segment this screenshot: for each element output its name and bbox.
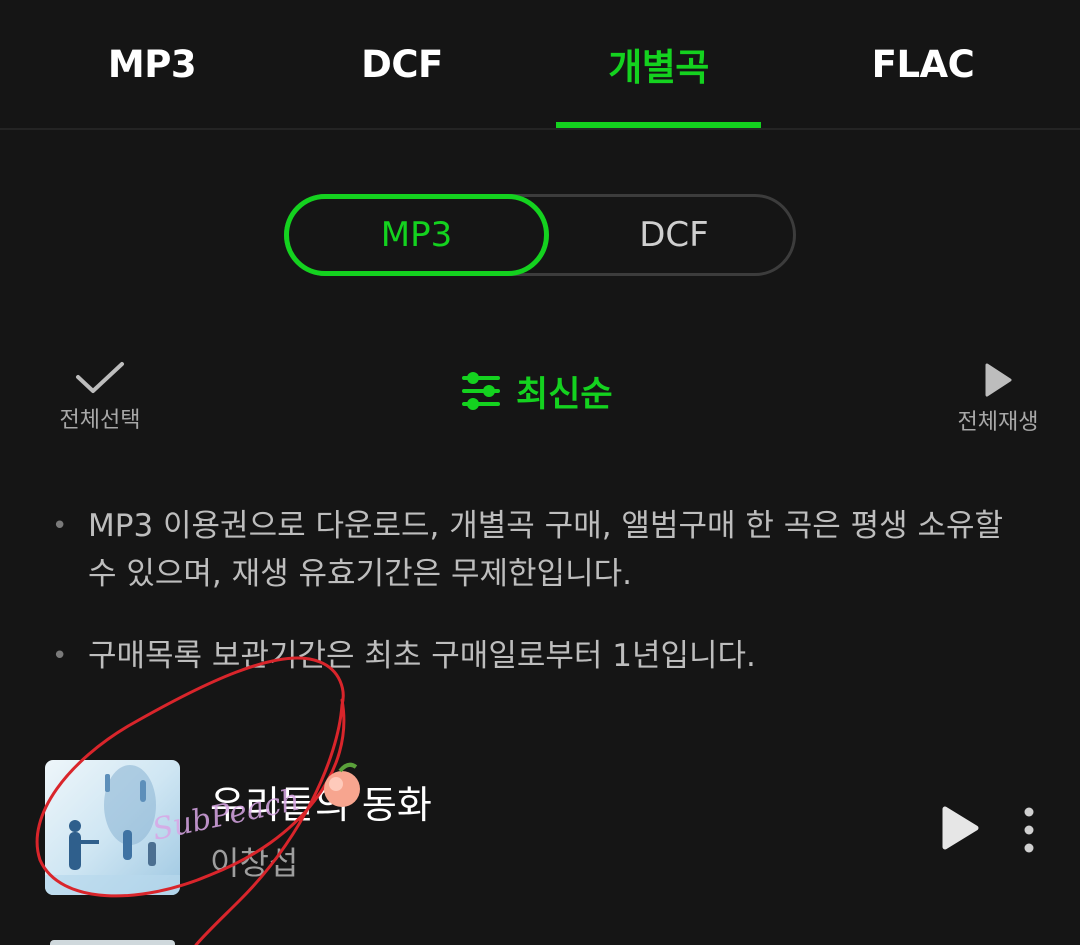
track-title[interactable]: 우리들의 동화 bbox=[210, 774, 432, 829]
segment-dcf[interactable]: DCF bbox=[549, 194, 799, 276]
sort-label: 최신순 bbox=[516, 374, 613, 415]
more-vertical-icon bbox=[1024, 807, 1034, 853]
track-play-button[interactable] bbox=[938, 804, 982, 852]
next-album-art-partial bbox=[50, 940, 175, 945]
notice-text: MP3 이용권으로 다운로드, 개별곡 구매, 앨범구매 한 곡은 평생 소유할… bbox=[88, 508, 1004, 592]
tab-flac[interactable]: FLAC bbox=[818, 0, 1028, 128]
format-segmented-control: MP3 DCF bbox=[284, 194, 796, 276]
check-icon bbox=[76, 362, 124, 393]
select-all-label: 전체선택 bbox=[59, 408, 141, 433]
track-artist[interactable]: 이창섭 bbox=[210, 838, 298, 884]
notice-item: • 구매목록 보관기간은 최초 구매일로부터 1년입니다. bbox=[52, 632, 1032, 680]
play-icon bbox=[985, 363, 1012, 397]
select-all-button[interactable]: 전체선택 bbox=[50, 360, 150, 434]
segment-mp3[interactable]: MP3 bbox=[284, 194, 549, 276]
notice-text: 구매목록 보관기간은 최초 구매일로부터 1년입니다. bbox=[88, 638, 756, 674]
album-art[interactable] bbox=[45, 760, 180, 895]
play-all-label: 전체재생 bbox=[957, 410, 1039, 435]
play-icon bbox=[942, 806, 979, 850]
active-tab-indicator bbox=[556, 122, 761, 128]
play-all-button[interactable]: 전체재생 bbox=[948, 362, 1048, 436]
tab-mp3[interactable]: MP3 bbox=[52, 0, 252, 128]
track-more-button[interactable] bbox=[1018, 806, 1040, 854]
top-tab-bar: MP3 DCF 개별곡 FLAC bbox=[0, 0, 1080, 130]
sliders-icon bbox=[462, 372, 500, 410]
tab-individual-songs[interactable]: 개별곡 bbox=[556, 0, 761, 128]
bullet: • bbox=[52, 511, 68, 541]
sort-button[interactable]: 최신순 bbox=[460, 366, 613, 416]
tab-dcf[interactable]: DCF bbox=[302, 0, 502, 128]
notice-item: • MP3 이용권으로 다운로드, 개별곡 구매, 앨범구매 한 곡은 평생 소… bbox=[52, 502, 1032, 598]
bullet: • bbox=[52, 641, 68, 671]
